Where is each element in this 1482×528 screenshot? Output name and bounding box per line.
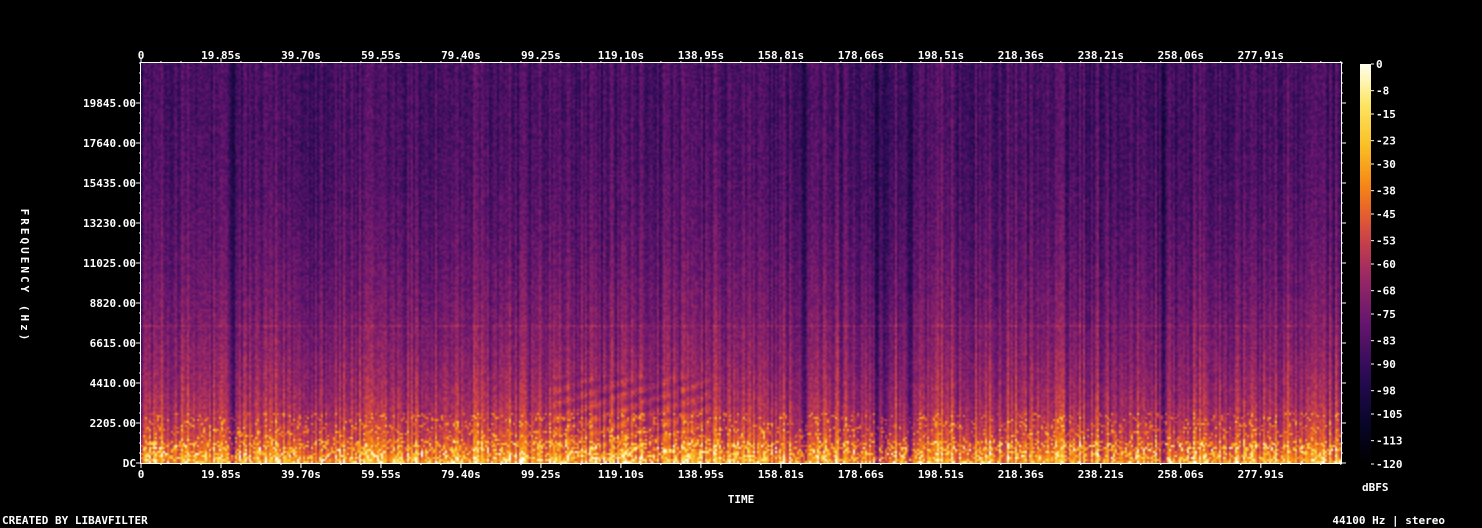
x-bottom-tick-label: 258.06s — [1158, 468, 1204, 481]
y-tick-label: 17640.00 — [83, 137, 136, 150]
x-bottom-tick-label: 277.91s — [1238, 468, 1284, 481]
x-bottom-tick-label: 158.81s — [758, 468, 804, 481]
colorbar-tick-label: -30 — [1376, 158, 1396, 171]
x-top-tick-label: 178.66s — [838, 49, 884, 62]
y-tick-label: 15435.00 — [83, 177, 136, 190]
x-top-tick-label: 59.55s — [361, 49, 401, 62]
x-top-tick-label: 39.70s — [281, 49, 321, 62]
colorbar-tick-label: -105 — [1376, 408, 1403, 421]
x-top-tick-label: 238.21s — [1078, 49, 1124, 62]
x-bottom-tick-label: 138.95s — [678, 468, 724, 481]
x-top-tick-label: 119.10s — [598, 49, 644, 62]
y-tick-label: 4410.00 — [90, 377, 136, 390]
colorbar-tick-label: -83 — [1376, 335, 1396, 348]
y-tick-label: 2205.00 — [90, 417, 136, 430]
colorbar-tick-label: -60 — [1376, 258, 1396, 271]
x-top-tick-label: 79.40s — [441, 49, 481, 62]
x-bottom-tick-label: 19.85s — [201, 468, 241, 481]
x-bottom-tick-label: 99.25s — [521, 468, 561, 481]
colorbar-tick-label: -45 — [1376, 208, 1396, 221]
colorbar: 0 -8 -15 -23 -30 -38 -45 -53 -60 -68 -75 -83 -90 -98 -… — [1360, 58, 1403, 471]
colorbar-tick-label: -75 — [1376, 308, 1396, 321]
x-bottom-tick-label: 59.55s — [361, 468, 401, 481]
colorbar-tick-label: -15 — [1376, 108, 1396, 121]
colorbar-tick-label: -98 — [1376, 385, 1396, 398]
x-bottom-tick-label: 198.51s — [918, 468, 964, 481]
x-axis-bottom: 0 19.85s 39.70s 59.55s 79.40s 99.25s 119.10s 13… — [138, 463, 1342, 481]
x-bottom-tick-label: 79.40s — [441, 468, 481, 481]
x-top-tick-label: 19.85s — [201, 49, 241, 62]
y-tick-label: 8820.00 — [90, 297, 136, 310]
x-top-tick-label: 198.51s — [918, 49, 964, 62]
colorbar-tick-label: -38 — [1376, 185, 1396, 198]
x-bottom-tick-label: 119.10s — [598, 468, 644, 481]
y-axis-label: FREQUENCY (Hz) — [18, 209, 31, 344]
colorbar-tick-label: -23 — [1376, 135, 1396, 148]
y-tick-label: 6615.00 — [90, 337, 136, 350]
colorbar-tick-label: 0 — [1376, 58, 1383, 71]
colorbar-gradient — [1360, 64, 1371, 464]
colorbar-tick-label: -120 — [1376, 458, 1403, 471]
y-tick-label: 13230.00 — [83, 217, 136, 230]
y-tick-label: 11025.00 — [83, 257, 136, 270]
y-axis: DC 2205.00 4410.00 6615.00 8820.00 11025.00 13… — [83, 62, 1346, 470]
y-tick-label: 19845.00 — [83, 97, 136, 110]
spectrogram-chart: 0 19.85s 39.70s 59.55s 79.40s 99.25s 119.10s 13… — [18, 49, 1403, 506]
x-axis-top: 0 19.85s 39.70s 59.55s 79.40s 99.25s 119.10s 13… — [138, 49, 1342, 63]
x-bottom-tick-label: 0 — [138, 468, 145, 481]
colorbar-tick-label: -113 — [1376, 435, 1403, 448]
x-top-tick-label: 99.25s — [521, 49, 561, 62]
x-top-tick-label: 158.81s — [758, 49, 804, 62]
x-axis-label: TIME — [728, 493, 755, 506]
x-bottom-tick-label: 218.36s — [998, 468, 1044, 481]
y-tick-label: DC — [123, 457, 136, 470]
footer-sample-info: 44100 Hz | stereo — [1332, 514, 1445, 527]
x-top-tick-label: 258.06s — [1158, 49, 1204, 62]
colorbar-tick-label: -8 — [1376, 85, 1389, 98]
plot-border — [140, 62, 1342, 464]
x-top-tick-label: 218.36s — [998, 49, 1044, 62]
colorbar-tick-label: -53 — [1376, 235, 1396, 248]
x-top-tick-label: 0 — [138, 49, 145, 62]
x-bottom-tick-label: 238.21s — [1078, 468, 1124, 481]
colorbar-tick-label: -90 — [1376, 358, 1396, 371]
footer-credit: CREATED BY LIBAVFILTER — [2, 514, 148, 527]
x-bottom-tick-label: 39.70s — [281, 468, 321, 481]
x-top-tick-label: 138.95s — [678, 49, 724, 62]
x-top-tick-label: 277.91s — [1238, 49, 1284, 62]
colorbar-unit-label: dBFS — [1362, 481, 1389, 494]
colorbar-tick-label: -68 — [1376, 285, 1396, 298]
x-bottom-tick-label: 178.66s — [838, 468, 884, 481]
